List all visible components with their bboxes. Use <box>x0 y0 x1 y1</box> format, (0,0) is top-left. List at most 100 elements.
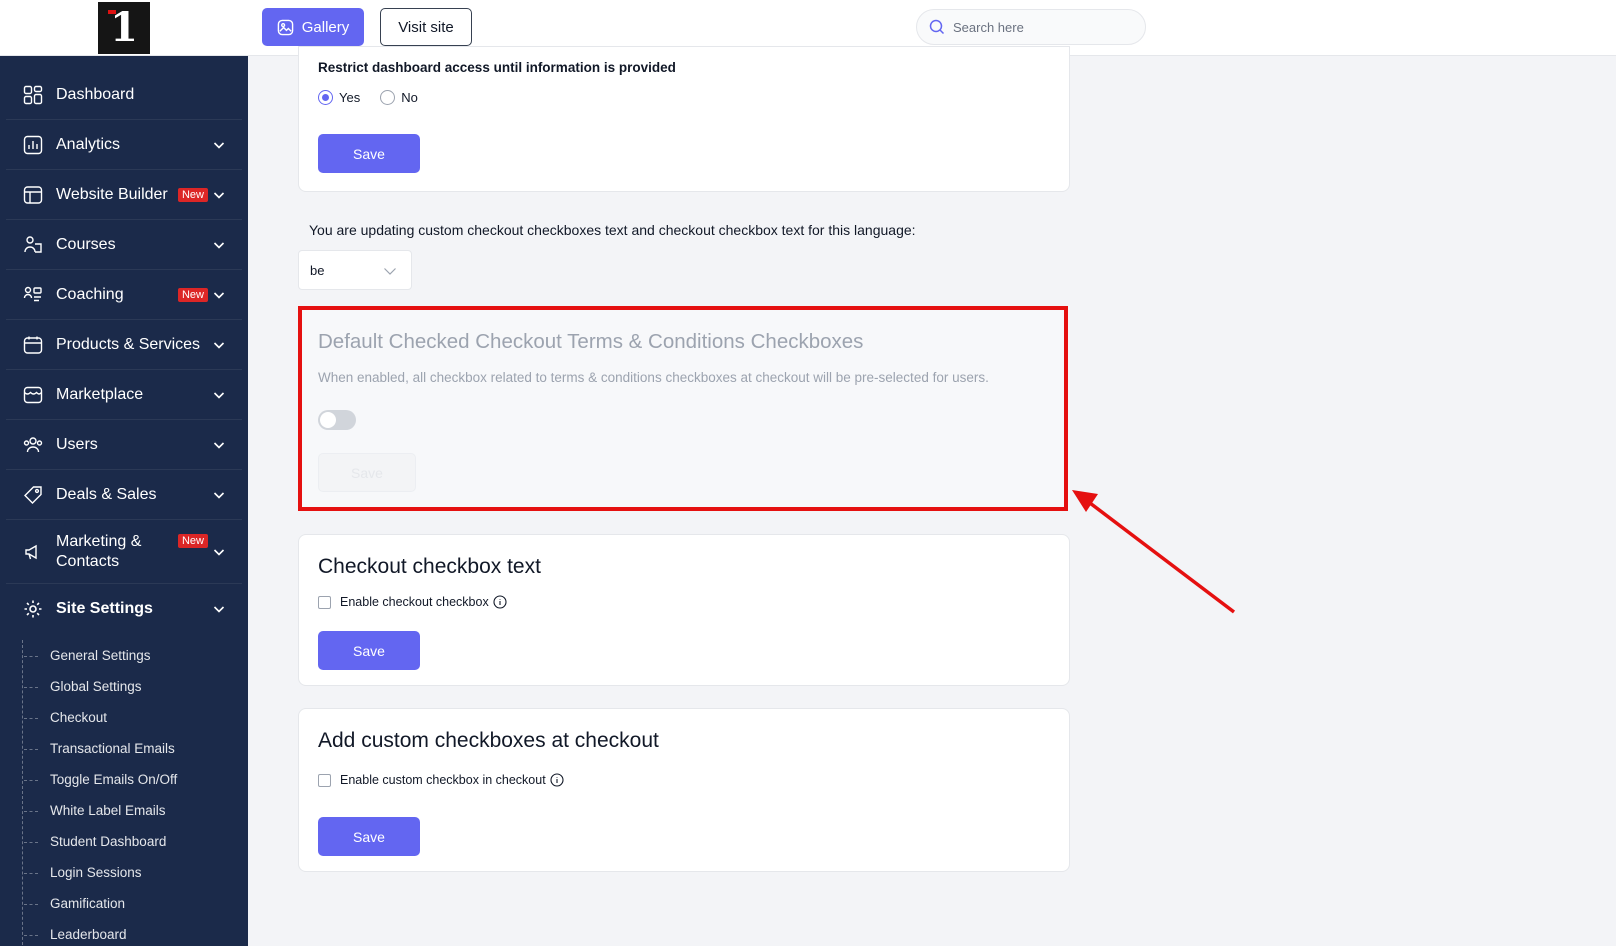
chevron-down-icon <box>212 288 226 302</box>
custom-checkboxes-save-button[interactable]: Save <box>318 817 420 856</box>
custom-checkboxes-card: Add custom checkboxes at checkout Enable… <box>298 708 1070 872</box>
sidebar: 1 Dashboard Analytics Website Builder Ne… <box>0 0 248 946</box>
info-icon[interactable] <box>493 595 507 609</box>
sidebar-item-label: Dashboard <box>56 85 135 103</box>
website-builder-icon <box>22 184 44 206</box>
logo-area: 1 <box>0 0 248 56</box>
sidebar-item-label: Products & Services <box>56 335 201 353</box>
language-selected-value: be <box>310 262 325 278</box>
users-icon <box>22 434 44 456</box>
sidebar-item-label: Marketplace <box>56 385 144 403</box>
default-checked-title: Default Checked Checkout Terms & Conditi… <box>318 330 864 353</box>
radio-yes[interactable] <box>318 90 333 105</box>
logo-text: 1 <box>110 4 138 51</box>
sidebar-item-dashboard[interactable]: Dashboard <box>6 70 242 120</box>
main-content: Restrict dashboard access until informat… <box>248 46 1616 946</box>
chevron-down-icon <box>212 388 226 402</box>
chevron-down-icon <box>212 438 226 452</box>
submenu-item-checkout[interactable]: Checkout <box>22 702 248 733</box>
chevron-down-icon <box>212 338 226 352</box>
submenu-item-student-dashboard[interactable]: Student Dashboard <box>22 826 248 857</box>
restrict-save-button[interactable]: Save <box>318 134 420 173</box>
sidebar-item-label: Site Settings <box>56 600 153 617</box>
sidebar-item-marketing-contacts[interactable]: Marketing & Contacts New <box>6 520 242 584</box>
sidebar-item-deals-sales[interactable]: Deals & Sales <box>6 470 242 520</box>
restrict-access-card: Restrict dashboard access until informat… <box>298 46 1070 192</box>
sidebar-nav: Dashboard Analytics Website Builder New … <box>0 56 248 946</box>
sidebar-item-label: Users <box>56 435 98 453</box>
chevron-down-icon <box>212 138 226 152</box>
submenu-item-white-label-emails[interactable]: White Label Emails <box>22 795 248 826</box>
custom-checkbox-row: Enable custom checkbox in checkout <box>318 773 564 787</box>
search-input[interactable] <box>953 19 1133 35</box>
sidebar-item-products-services[interactable]: Products & Services <box>6 320 242 370</box>
sidebar-item-users[interactable]: Users <box>6 420 242 470</box>
courses-icon <box>22 234 44 256</box>
submenu-item-general-settings[interactable]: General Settings <box>22 640 248 671</box>
chevron-down-icon <box>212 602 226 616</box>
search-icon <box>929 19 945 35</box>
sidebar-item-marketplace[interactable]: Marketplace <box>6 370 242 420</box>
checkout-checkbox-save-button[interactable]: Save <box>318 631 420 670</box>
restrict-access-question: Restrict dashboard access until informat… <box>318 60 676 75</box>
visit-site-button[interactable]: Visit site <box>380 8 472 46</box>
site-settings-gear-icon <box>22 598 44 620</box>
submenu-item-leaderboard[interactable]: Leaderboard <box>22 919 248 946</box>
sidebar-item-label: Marketing & Contacts <box>56 532 178 572</box>
sidebar-item-label: Website Builder <box>56 185 168 203</box>
submenu-item-toggle-emails[interactable]: Toggle Emails On/Off <box>22 764 248 795</box>
chevron-down-icon <box>383 264 397 278</box>
submenu-item-global-settings[interactable]: Global Settings <box>22 671 248 702</box>
default-checked-save-button[interactable]: Save <box>318 453 416 492</box>
chevron-down-icon <box>212 488 226 502</box>
checkout-checkbox-title: Checkout checkbox text <box>318 555 541 578</box>
sidebar-item-label: Courses <box>56 235 116 253</box>
dashboard-grid-icon <box>22 84 44 106</box>
enable-custom-checkbox-label: Enable custom checkbox in checkout <box>340 773 546 787</box>
radio-no[interactable] <box>380 90 396 105</box>
products-calendar-icon <box>22 334 44 356</box>
analytics-chart-icon <box>22 134 44 156</box>
submenu-item-transactional-emails[interactable]: Transactional Emails <box>22 733 248 764</box>
custom-checkboxes-title: Add custom checkboxes at checkout <box>318 729 659 752</box>
default-checked-toggle[interactable] <box>318 410 356 430</box>
site-settings-submenu: General Settings Global Settings Checkou… <box>22 640 248 946</box>
gallery-image-icon <box>277 19 294 36</box>
submenu-item-gamification[interactable]: Gamification <box>22 888 248 919</box>
language-notice: You are updating custom checkout checkbo… <box>309 222 916 238</box>
sidebar-item-label: Coaching <box>56 285 124 303</box>
marketplace-store-icon <box>22 384 44 406</box>
enable-custom-checkbox[interactable] <box>318 773 331 787</box>
sidebar-item-label-line1: Marketing & <box>56 532 142 550</box>
gallery-label: Gallery <box>301 18 350 36</box>
enable-checkout-checkbox[interactable] <box>318 595 331 609</box>
new-badge: New <box>177 534 208 548</box>
new-badge: New <box>177 187 208 202</box>
sidebar-item-label: Analytics <box>56 135 121 153</box>
chevron-down-icon <box>212 188 226 202</box>
chevron-down-icon <box>212 238 226 252</box>
sidebar-item-coaching[interactable]: Coaching New <box>6 270 242 320</box>
chevron-down-icon <box>212 545 226 559</box>
search-box[interactable] <box>916 9 1146 45</box>
language-select[interactable]: be <box>298 250 412 290</box>
sidebar-item-label: Deals & Sales <box>56 485 157 503</box>
sidebar-item-label-line2: Contacts <box>56 552 120 570</box>
gallery-button[interactable]: Gallery <box>262 8 364 46</box>
marketing-megaphone-icon <box>22 541 44 563</box>
enable-checkout-checkbox-label: Enable checkout checkbox <box>340 595 489 609</box>
sidebar-item-courses[interactable]: Courses <box>6 220 242 270</box>
new-badge: New <box>177 287 208 302</box>
deals-tag-icon <box>22 484 44 506</box>
brand-logo[interactable]: 1 <box>98 1 150 54</box>
default-checked-description: When enabled, all checkbox related to te… <box>318 370 989 385</box>
default-checked-terms-card: Default Checked Checkout Terms & Conditi… <box>298 306 1070 510</box>
checkout-checkbox-row: Enable checkout checkbox <box>318 595 507 609</box>
restrict-access-radios: Yes No <box>318 90 432 105</box>
checkout-checkbox-card: Checkout checkbox text Enable checkout c… <box>298 534 1070 686</box>
sidebar-item-website-builder[interactable]: Website Builder New <box>6 170 242 220</box>
sidebar-item-analytics[interactable]: Analytics <box>6 120 242 170</box>
submenu-item-login-sessions[interactable]: Login Sessions <box>22 857 248 888</box>
sidebar-item-site-settings[interactable]: Site Settings <box>6 584 242 634</box>
info-icon[interactable] <box>550 773 564 787</box>
